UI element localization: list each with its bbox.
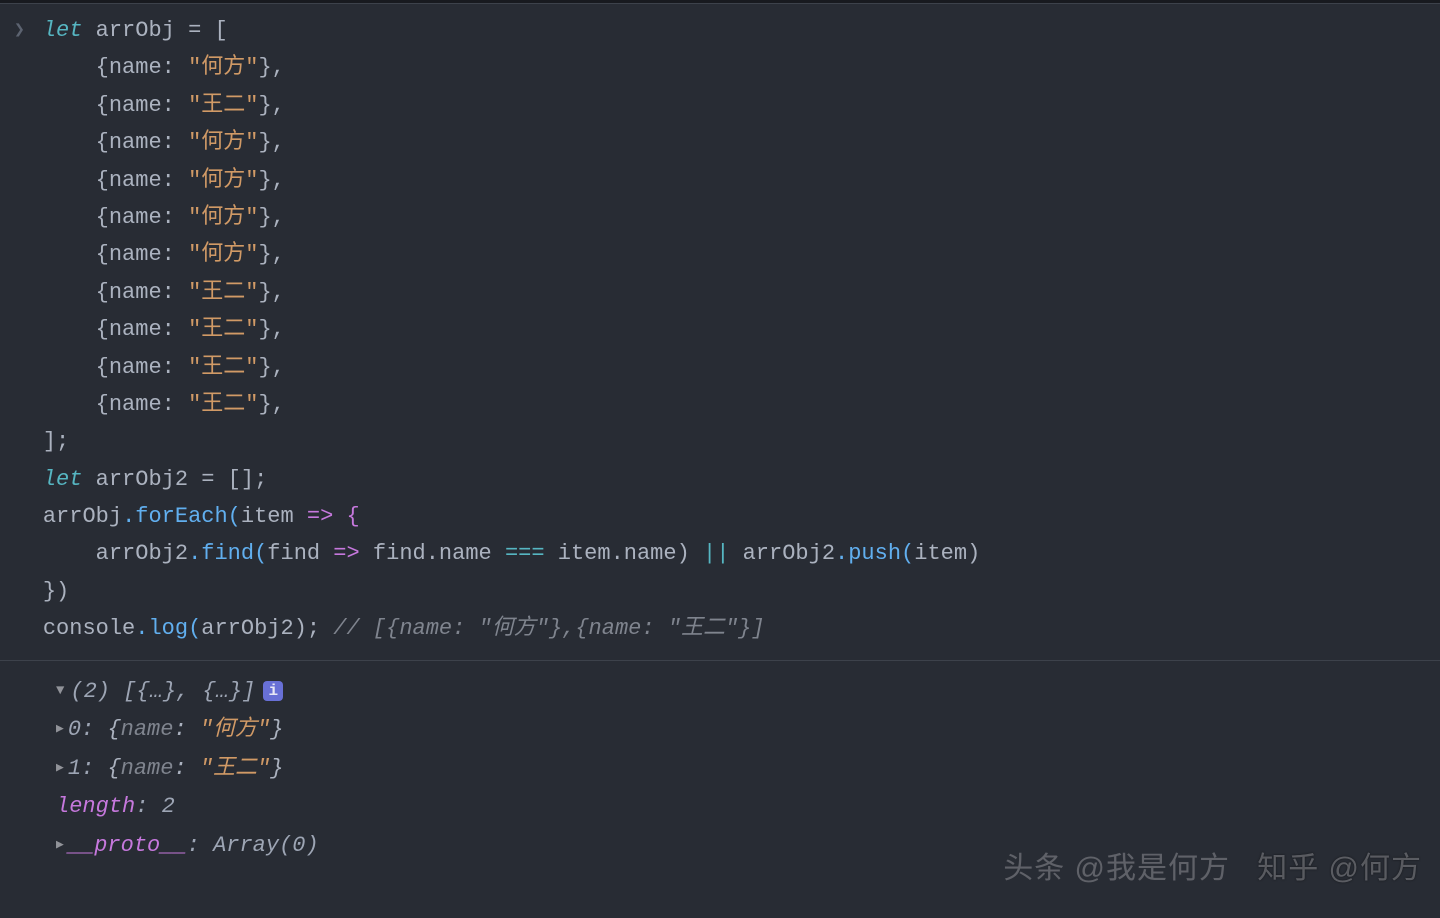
array-length: (2) <box>70 673 110 712</box>
keyword-let: let <box>43 18 83 43</box>
output-summary-line[interactable]: ▼ (2) [{…}, {…}] i <box>56 673 1440 712</box>
var-arrObj2: arrObj2 <box>96 467 188 492</box>
expand-right-icon[interactable]: ▶ <box>56 757 64 780</box>
prompt-chevron-icon: ❯ <box>14 16 25 47</box>
expand-right-icon[interactable]: ▶ <box>56 718 64 741</box>
console-output[interactable]: ▼ (2) [{…}, {…}] i ▶0: {name: "何方"} ▶1: … <box>0 661 1440 866</box>
array-item-0[interactable]: ▶0: {name: "何方"} <box>56 711 1440 750</box>
var-arrObj: arrObj <box>96 18 175 43</box>
array-length-prop: length: 2 <box>56 788 1440 827</box>
keyword-let: let <box>43 467 83 492</box>
array-preview: [{…}, {…}] <box>110 673 255 712</box>
watermark-zhihu: 知乎 @何方 <box>1257 843 1422 894</box>
array-item-1[interactable]: ▶1: {name: "王二"} <box>56 750 1440 789</box>
watermark-toutiao: 头条 @我是何方 <box>1003 843 1230 894</box>
comment: // [{name: "何方"},{name: "王二"}] <box>320 616 764 641</box>
array-proto-prop[interactable]: ▶__proto__: Array(0) <box>56 827 1440 866</box>
info-icon[interactable]: i <box>263 681 283 701</box>
console-input-row[interactable]: ❯ let arrObj = [ {name: "何方"}, {name: "王… <box>0 12 1440 652</box>
devtools-console[interactable]: ❯ let arrObj = [ {name: "何方"}, {name: "王… <box>0 4 1440 865</box>
expand-right-icon[interactable]: ▶ <box>56 834 64 857</box>
code-input[interactable]: let arrObj = [ {name: "何方"}, {name: "王二"… <box>43 12 1440 648</box>
expand-down-icon[interactable]: ▼ <box>56 679 64 704</box>
